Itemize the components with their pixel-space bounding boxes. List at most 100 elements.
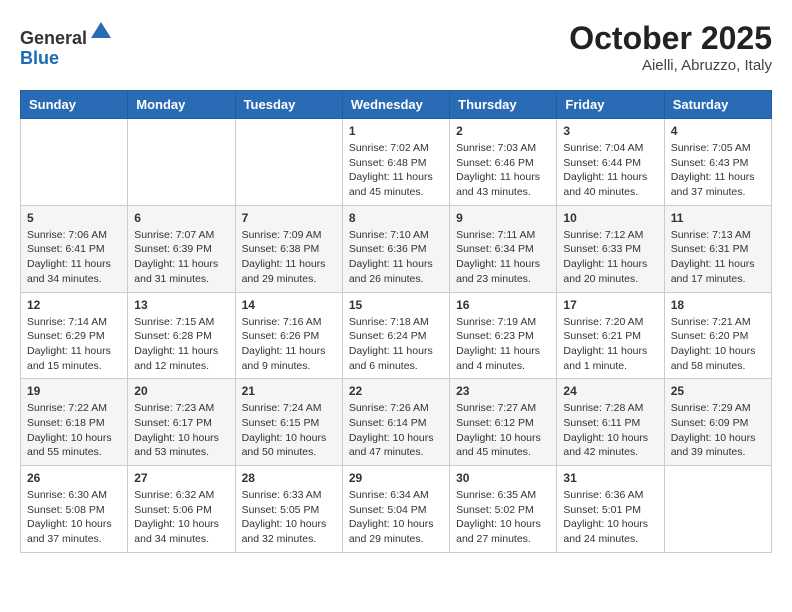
calendar-subtitle: Aielli, Abruzzo, Italy xyxy=(569,57,772,74)
weekday-header-friday: Friday xyxy=(557,91,664,119)
calendar-cell: 11Sunrise: 7:13 AMSunset: 6:31 PMDayligh… xyxy=(664,205,771,292)
calendar-week-row: 1 Sunrise: 7:02 AMSunset: 6:48 PMDaylight… xyxy=(21,119,772,206)
calendar-cell: 12 Sunrise: 7:14 AMSunset: 6:29 PMDayligh… xyxy=(21,292,128,379)
day-number: 17 xyxy=(563,298,657,312)
calendar-week-row: 5 Sunrise: 7:06 AMSunset: 6:41 PMDaylight… xyxy=(21,205,772,292)
calendar-cell: 5 Sunrise: 7:06 AMSunset: 6:41 PMDaylight… xyxy=(21,205,128,292)
day-number: 6 xyxy=(134,211,228,225)
calendar-cell: 3Sunrise: 7:04 AMSunset: 6:44 PMDaylight… xyxy=(557,119,664,206)
day-number: 23 xyxy=(456,384,550,398)
day-info: Sunrise: 7:03 AMSunset: 6:46 PMDaylight:… xyxy=(456,141,550,200)
day-number: 15 xyxy=(349,298,443,312)
day-info: Sunrise: 6:30 AMSunset: 5:08 PMDaylight:… xyxy=(27,488,121,547)
day-info: Sunrise: 7:27 AMSunset: 6:12 PMDaylight:… xyxy=(456,401,550,460)
weekday-header-saturday: Saturday xyxy=(664,91,771,119)
calendar-cell: 14Sunrise: 7:16 AMSunset: 6:26 PMDayligh… xyxy=(235,292,342,379)
day-number: 4 xyxy=(671,124,765,138)
day-number: 9 xyxy=(456,211,550,225)
day-info: Sunrise: 7:19 AMSunset: 6:23 PMDaylight:… xyxy=(456,315,550,374)
calendar-cell: 26 Sunrise: 6:30 AMSunset: 5:08 PMDayligh… xyxy=(21,466,128,553)
day-info: Sunrise: 7:20 AMSunset: 6:21 PMDaylight:… xyxy=(563,315,657,374)
day-info: Sunrise: 7:05 AMSunset: 6:43 PMDaylight:… xyxy=(671,141,765,200)
calendar-cell: 2 Sunrise: 7:03 AMSunset: 6:46 PMDaylight… xyxy=(450,119,557,206)
calendar-cell: 22Sunrise: 7:26 AMSunset: 6:14 PMDayligh… xyxy=(342,379,449,466)
day-info: Sunrise: 7:16 AMSunset: 6:26 PMDaylight:… xyxy=(242,315,336,374)
day-info: Sunrise: 6:34 AMSunset: 5:04 PMDaylight:… xyxy=(349,488,443,547)
calendar-cell: 9 Sunrise: 7:11 AMSunset: 6:34 PMDaylight… xyxy=(450,205,557,292)
calendar-cell: 16 Sunrise: 7:19 AMSunset: 6:23 PMDayligh… xyxy=(450,292,557,379)
day-number: 5 xyxy=(27,211,121,225)
day-number: 26 xyxy=(27,471,121,485)
calendar-cell: 30 Sunrise: 6:35 AMSunset: 5:02 PMDayligh… xyxy=(450,466,557,553)
calendar-cell: 24 Sunrise: 7:28 AMSunset: 6:11 PMDayligh… xyxy=(557,379,664,466)
day-info: Sunrise: 6:36 AMSunset: 5:01 PMDaylight:… xyxy=(563,488,657,547)
day-info: Sunrise: 7:12 AMSunset: 6:33 PMDaylight:… xyxy=(563,228,657,287)
day-number: 12 xyxy=(27,298,121,312)
day-info: Sunrise: 7:06 AMSunset: 6:41 PMDaylight:… xyxy=(27,228,121,287)
calendar-week-row: 26 Sunrise: 6:30 AMSunset: 5:08 PMDayligh… xyxy=(21,466,772,553)
day-info: Sunrise: 7:28 AMSunset: 6:11 PMDaylight:… xyxy=(563,401,657,460)
calendar-cell: 21 Sunrise: 7:24 AMSunset: 6:15 PMDayligh… xyxy=(235,379,342,466)
calendar-week-row: 19 Sunrise: 7:22 AMSunset: 6:18 PMDayligh… xyxy=(21,379,772,466)
day-number: 1 xyxy=(349,124,443,138)
calendar-cell: 18 Sunrise: 7:21 AMSunset: 6:20 PMDayligh… xyxy=(664,292,771,379)
day-number: 29 xyxy=(349,471,443,485)
day-number: 24 xyxy=(563,384,657,398)
day-info: Sunrise: 7:23 AMSunset: 6:17 PMDaylight:… xyxy=(134,401,228,460)
day-number: 31 xyxy=(563,471,657,485)
day-number: 8 xyxy=(349,211,443,225)
day-number: 30 xyxy=(456,471,550,485)
calendar-cell: 10 Sunrise: 7:12 AMSunset: 6:33 PMDayligh… xyxy=(557,205,664,292)
title-block: October 2025 Aielli, Abruzzo, Italy xyxy=(569,20,772,74)
calendar-cell: 29 Sunrise: 6:34 AMSunset: 5:04 PMDayligh… xyxy=(342,466,449,553)
logo: General Blue xyxy=(20,20,113,69)
day-info: Sunrise: 7:14 AMSunset: 6:29 PMDaylight:… xyxy=(27,315,121,374)
day-info: Sunrise: 7:15 AMSunset: 6:28 PMDaylight:… xyxy=(134,315,228,374)
day-number: 27 xyxy=(134,471,228,485)
day-info: Sunrise: 6:33 AMSunset: 5:05 PMDaylight:… xyxy=(242,488,336,547)
weekday-header-sunday: Sunday xyxy=(21,91,128,119)
calendar-cell: 25 Sunrise: 7:29 AMSunset: 6:09 PMDayligh… xyxy=(664,379,771,466)
day-info: Sunrise: 7:18 AMSunset: 6:24 PMDaylight:… xyxy=(349,315,443,374)
day-number: 19 xyxy=(27,384,121,398)
day-info: Sunrise: 7:29 AMSunset: 6:09 PMDaylight:… xyxy=(671,401,765,460)
day-info: Sunrise: 6:32 AMSunset: 5:06 PMDaylight:… xyxy=(134,488,228,547)
day-info: Sunrise: 7:26 AMSunset: 6:14 PMDaylight:… xyxy=(349,401,443,460)
calendar-cell xyxy=(664,466,771,553)
calendar-cell: 31 Sunrise: 6:36 AMSunset: 5:01 PMDayligh… xyxy=(557,466,664,553)
day-info: Sunrise: 7:09 AMSunset: 6:38 PMDaylight:… xyxy=(242,228,336,287)
day-info: Sunrise: 7:10 AMSunset: 6:36 PMDaylight:… xyxy=(349,228,443,287)
day-info: Sunrise: 7:24 AMSunset: 6:15 PMDaylight:… xyxy=(242,401,336,460)
calendar-title: October 2025 xyxy=(569,20,772,57)
calendar-cell xyxy=(21,119,128,206)
day-info: Sunrise: 7:02 AMSunset: 6:48 PMDaylight:… xyxy=(349,141,443,200)
day-number: 21 xyxy=(242,384,336,398)
day-number: 2 xyxy=(456,124,550,138)
day-info: Sunrise: 7:11 AMSunset: 6:34 PMDaylight:… xyxy=(456,228,550,287)
calendar-cell: 19 Sunrise: 7:22 AMSunset: 6:18 PMDayligh… xyxy=(21,379,128,466)
calendar-cell: 1 Sunrise: 7:02 AMSunset: 6:48 PMDaylight… xyxy=(342,119,449,206)
weekday-header-row: SundayMondayTuesdayWednesdayThursdayFrid… xyxy=(21,91,772,119)
day-info: Sunrise: 7:22 AMSunset: 6:18 PMDaylight:… xyxy=(27,401,121,460)
day-number: 7 xyxy=(242,211,336,225)
calendar-cell: 28Sunrise: 6:33 AMSunset: 5:05 PMDayligh… xyxy=(235,466,342,553)
day-number: 3 xyxy=(563,124,657,138)
calendar-cell: 17 Sunrise: 7:20 AMSunset: 6:21 PMDayligh… xyxy=(557,292,664,379)
day-number: 10 xyxy=(563,211,657,225)
calendar-cell: 7 Sunrise: 7:09 AMSunset: 6:38 PMDaylight… xyxy=(235,205,342,292)
day-number: 13 xyxy=(134,298,228,312)
calendar-cell: 27 Sunrise: 6:32 AMSunset: 5:06 PMDayligh… xyxy=(128,466,235,553)
calendar-cell: 20Sunrise: 7:23 AMSunset: 6:17 PMDayligh… xyxy=(128,379,235,466)
logo-icon xyxy=(89,20,113,44)
day-info: Sunrise: 6:35 AMSunset: 5:02 PMDaylight:… xyxy=(456,488,550,547)
weekday-header-tuesday: Tuesday xyxy=(235,91,342,119)
weekday-header-wednesday: Wednesday xyxy=(342,91,449,119)
day-number: 25 xyxy=(671,384,765,398)
weekday-header-monday: Monday xyxy=(128,91,235,119)
day-info: Sunrise: 7:21 AMSunset: 6:20 PMDaylight:… xyxy=(671,315,765,374)
logo-general-text: General xyxy=(20,28,87,48)
day-number: 16 xyxy=(456,298,550,312)
calendar-cell: 23 Sunrise: 7:27 AMSunset: 6:12 PMDayligh… xyxy=(450,379,557,466)
day-number: 18 xyxy=(671,298,765,312)
page-header: General Blue October 2025 Aielli, Abruzz… xyxy=(20,20,772,74)
